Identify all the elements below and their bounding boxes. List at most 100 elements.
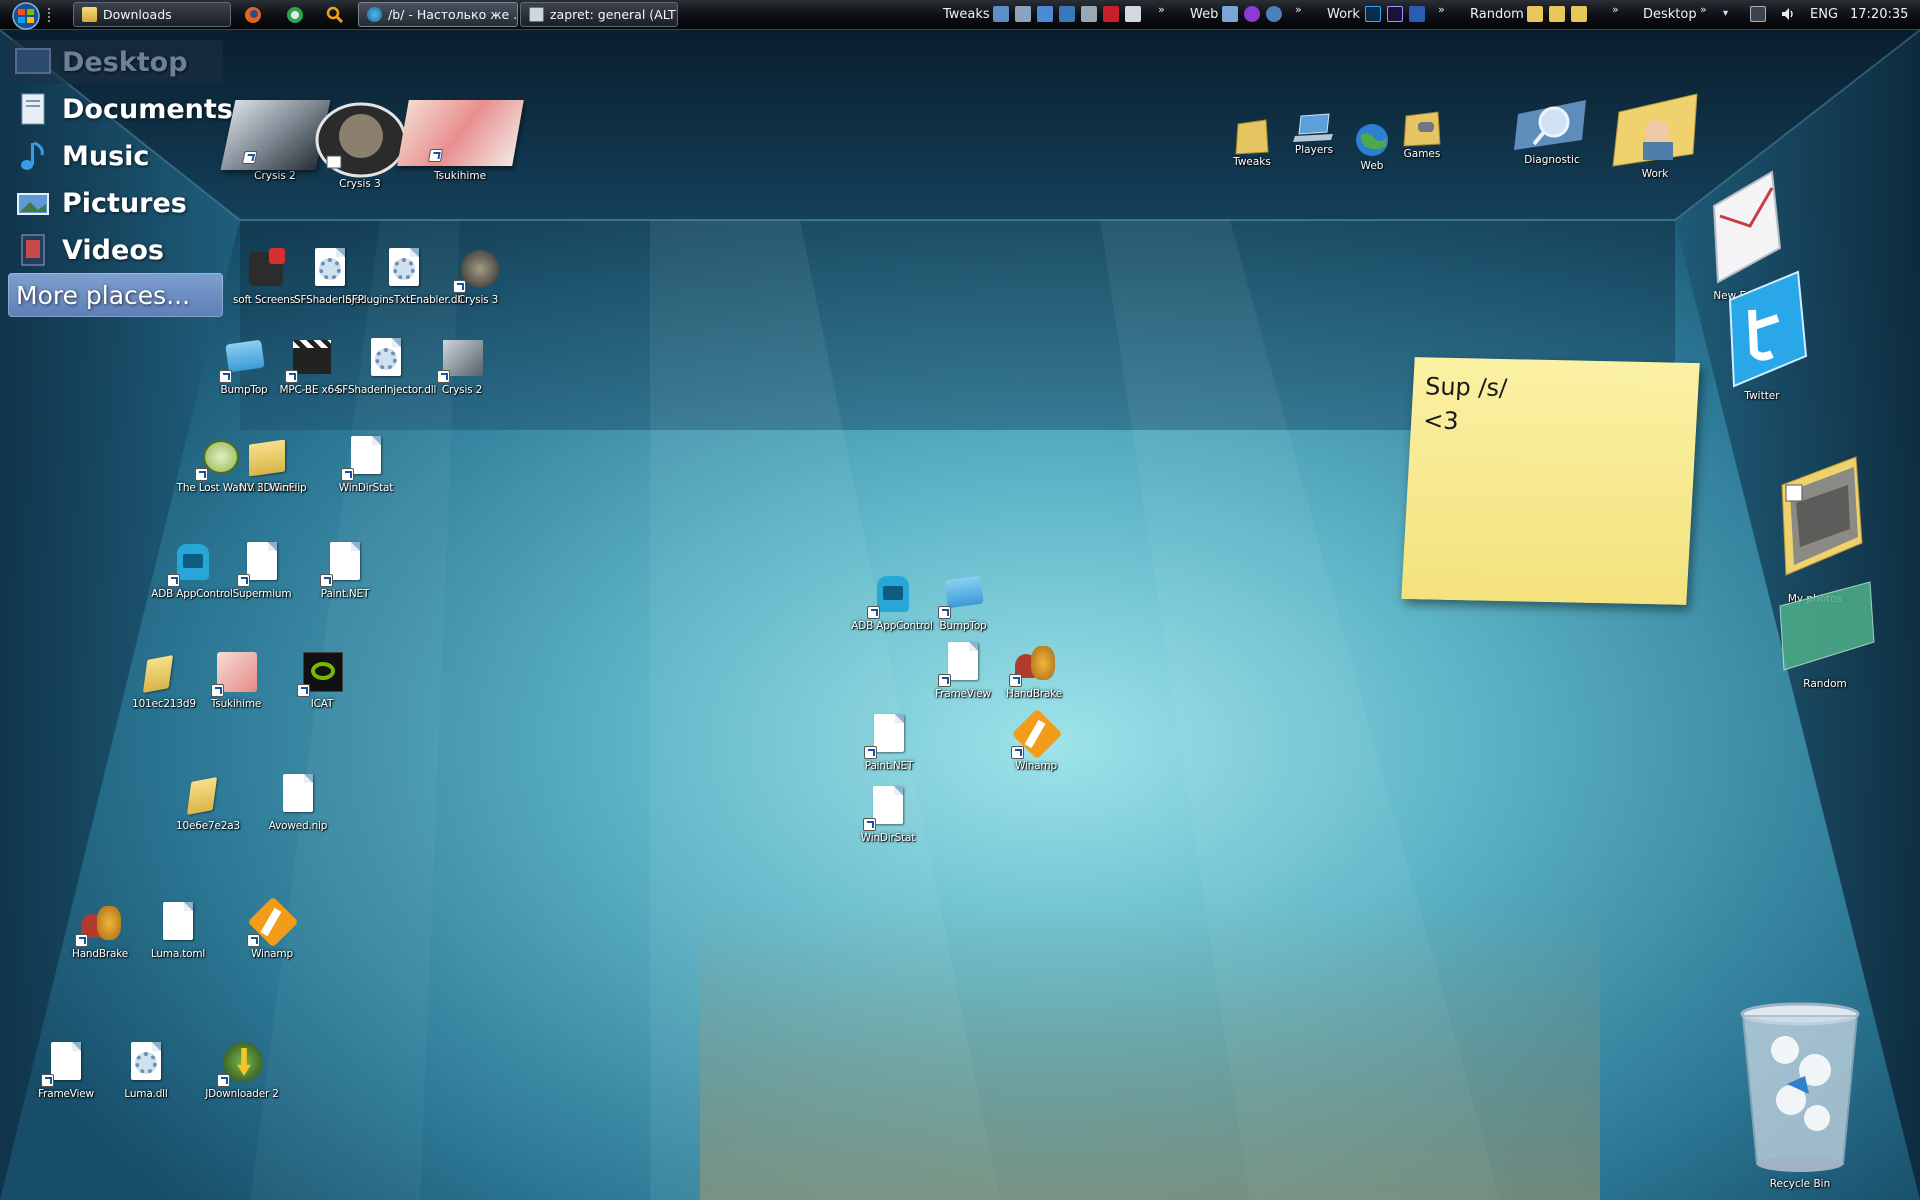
desktop-icon-crysis2[interactable]: Crysis 2: [420, 336, 504, 396]
icon-label: JDownloader 2: [205, 1088, 279, 1100]
photoshop-icon[interactable]: [1365, 6, 1381, 22]
places-item-videos[interactable]: Videos: [8, 228, 223, 272]
center-icon-windirstat[interactable]: WinDirStat: [846, 784, 930, 844]
steam-icon[interactable]: [1266, 6, 1282, 22]
word-icon[interactable]: [1409, 6, 1425, 22]
wall-icon-web[interactable]: Web: [1348, 120, 1396, 172]
desktop-icon-supermium[interactable]: Supermium: [220, 540, 304, 600]
icon-label: WinDirStat: [860, 832, 916, 844]
center-icon-winamp[interactable]: Winamp: [994, 708, 1078, 772]
folder-icon[interactable]: [1549, 6, 1565, 22]
desktop-icon-10e6e7e2a3[interactable]: 10e6e7e2a3: [166, 772, 250, 832]
wall-icon-work[interactable]: Work: [1605, 92, 1705, 180]
recycle-bin[interactable]: Recycle Bin: [1700, 1000, 1900, 1190]
tweak-tool-icon[interactable]: [1015, 6, 1031, 22]
center-icon-handbrake[interactable]: HandBrake: [992, 640, 1076, 700]
wall-icon-random[interactable]: Random: [1770, 578, 1880, 690]
search-icon[interactable]: [325, 5, 345, 25]
browser-globe-icon[interactable]: [285, 5, 305, 25]
chevron-more-icon[interactable]: »: [1700, 3, 1707, 16]
toolbar-work-label[interactable]: Work: [1327, 7, 1360, 22]
center-icon-paint-net[interactable]: Paint.NET: [847, 712, 931, 772]
icon-label: WinFlip: [269, 482, 307, 494]
chevron-down-icon[interactable]: ▾: [1723, 8, 1728, 19]
desktop-icon-windirstat[interactable]: WinDirStat: [324, 434, 408, 494]
chevron-more-icon[interactable]: »: [1612, 3, 1619, 16]
desktop-icon-avowed-nip[interactable]: Avowed.nip: [256, 772, 340, 832]
wall-icon-players[interactable]: Players: [1290, 112, 1338, 156]
premiere-icon[interactable]: [1387, 6, 1403, 22]
desktop-icon-sfshaderinjector-dll[interactable]: SFShaderInjector.dll: [336, 336, 436, 396]
desktop-icon-jdownloader[interactable]: JDownloader 2: [200, 1040, 284, 1100]
more-places-button[interactable]: More places...: [8, 273, 223, 317]
desktop-icon-winamp[interactable]: Winamp: [230, 896, 314, 960]
places-item-desktop[interactable]: Desktop: [8, 40, 223, 84]
task-browser-thread[interactable]: /b/ - Настолько же ...: [358, 2, 518, 27]
wall-icon-twitter[interactable]: Twitter: [1712, 270, 1812, 402]
task-downloads[interactable]: Downloads: [73, 2, 231, 27]
toolbar-desktop-label[interactable]: Desktop: [1643, 7, 1697, 22]
crysis3-thumbnail: [315, 102, 406, 178]
taskbar-grip: [48, 8, 58, 22]
aida64-icon[interactable]: [1103, 6, 1119, 22]
wall-icon-diagnostic[interactable]: Diagnostic: [1508, 96, 1596, 166]
icon-label: Avowed.nip: [268, 820, 328, 832]
bumptop-icon: [219, 336, 267, 383]
folder-icon[interactable]: [1571, 6, 1587, 22]
desktop-icon-icat[interactable]: ICAT: [280, 650, 364, 710]
toolbar-tweaks-label[interactable]: Tweaks: [943, 7, 990, 22]
pictures-icon: [17, 193, 49, 215]
tweak-tool-icon[interactable]: [1037, 6, 1053, 22]
pinned-crysis3[interactable]: Crysis 3: [310, 100, 410, 190]
firefox-icon[interactable]: [243, 5, 263, 25]
tweak-tool-icon[interactable]: [1059, 6, 1075, 22]
network-icon[interactable]: [1750, 6, 1766, 22]
pinned-tsukihime[interactable]: Tsukihime: [396, 100, 524, 182]
tweak-tool-icon[interactable]: [1125, 6, 1141, 22]
chevron-more-icon[interactable]: »: [1438, 3, 1445, 16]
desktop-icon-winflip[interactable]: WinFlip: [246, 434, 330, 494]
laptop-icon: [1293, 113, 1333, 142]
toolbar-web-label[interactable]: Web: [1190, 7, 1218, 22]
task-zapret[interactable]: zapret: general (ALT): [520, 2, 678, 27]
places-item-music[interactable]: Music: [8, 134, 223, 178]
places-item-label: Documents: [62, 93, 233, 125]
places-item-pictures[interactable]: Pictures: [8, 181, 223, 225]
toolbar-random-label[interactable]: Random: [1470, 7, 1524, 22]
tweak-tool-icon[interactable]: [993, 6, 1009, 22]
start-orb-icon[interactable]: [8, 1, 44, 31]
wall-icon-label: Random: [1803, 678, 1847, 690]
web-app-icon[interactable]: [1222, 6, 1238, 22]
center-icon-bumptop[interactable]: BumpTop: [921, 572, 1005, 632]
pinned-label: Tsukihime: [433, 170, 487, 182]
work-folder-icon: [1612, 93, 1698, 167]
sticky-note[interactable]: Sup /s/ <3: [1401, 357, 1700, 605]
wall-icon-games[interactable]: Games: [1396, 110, 1448, 160]
desktop-icon-tsukihime[interactable]: Tsukihime: [194, 650, 278, 710]
settings-file-icon: [123, 1040, 169, 1086]
tweak-tool-icon[interactable]: [1081, 6, 1097, 22]
jdownloader-icon: [217, 1040, 265, 1087]
wall-icon-tweaks[interactable]: Tweaks: [1228, 118, 1276, 168]
volume-icon[interactable]: [1780, 6, 1796, 22]
web-app-icon[interactable]: [1244, 6, 1260, 22]
icon-label: 101ec213d9: [132, 698, 196, 710]
chevron-more-icon[interactable]: »: [1158, 3, 1165, 16]
chevron-more-icon[interactable]: »: [1295, 3, 1302, 16]
desktop-icon-luma-toml[interactable]: Luma.toml: [136, 900, 220, 960]
language-indicator[interactable]: ENG: [1810, 7, 1838, 22]
crysis3-icon: [453, 246, 501, 293]
desktop-icon-frameview[interactable]: FrameView: [24, 1040, 108, 1100]
desktop-icon-luma-dll[interactable]: Luma.dll: [104, 1040, 188, 1100]
desktop-icon-crysis3[interactable]: Crysis 3: [436, 246, 520, 306]
places-item-documents[interactable]: Documents: [8, 87, 233, 131]
desktop-icon-paint-net[interactable]: Paint.NET: [303, 540, 387, 600]
icon-label: ICAT: [310, 698, 334, 710]
blank-file-icon: [237, 540, 285, 587]
folder-icon[interactable]: [1527, 6, 1543, 22]
clapperboard-icon: [285, 336, 333, 383]
desktop-icon-handbrake[interactable]: HandBrake: [58, 900, 142, 960]
app-icon: [241, 246, 287, 292]
clock[interactable]: 17:20:35: [1850, 7, 1908, 22]
desktop-icon-sfpluginstxtenabler[interactable]: SFPluginsTxtEnabler.dll: [345, 246, 463, 306]
